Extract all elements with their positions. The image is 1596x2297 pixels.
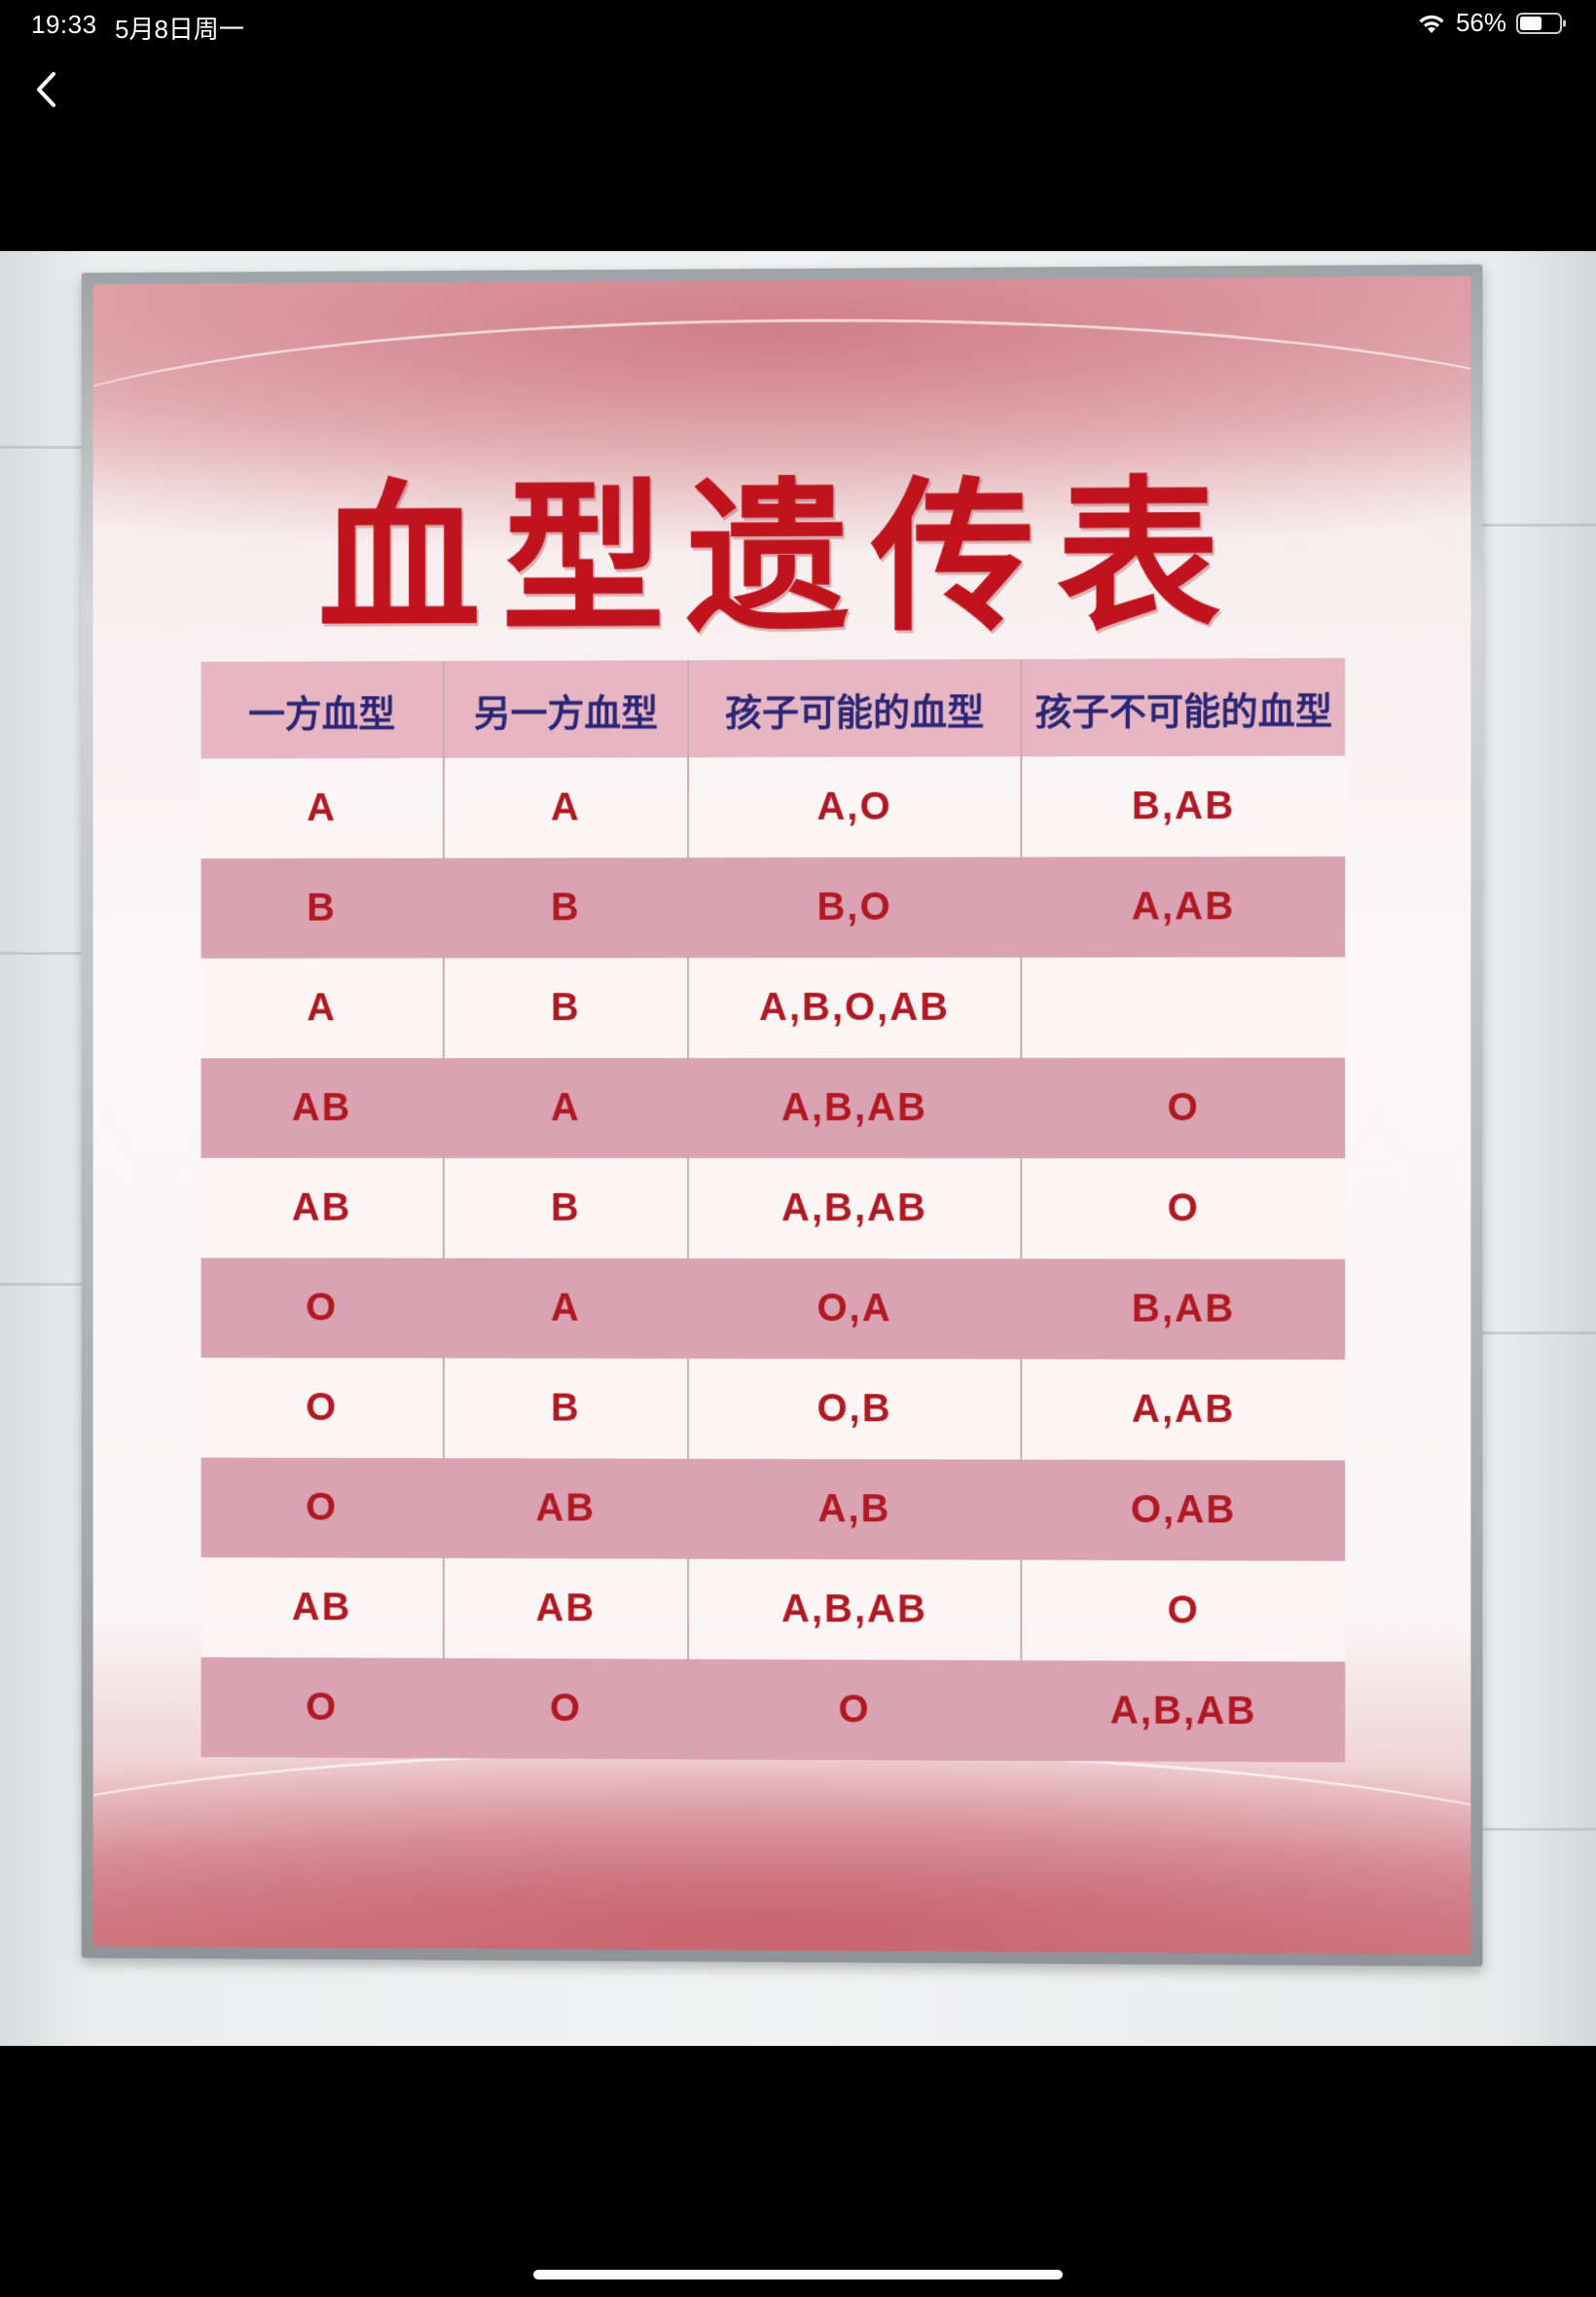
table-cell: AB	[200, 1557, 444, 1659]
chevron-left-icon[interactable]	[27, 66, 66, 113]
table-cell: A	[443, 1058, 689, 1158]
table-row: AB B A,B,AB O	[200, 1157, 1346, 1259]
column-header: 另一方血型	[443, 660, 689, 758]
table-cell: O	[688, 1659, 1022, 1762]
table-cell: A,AB	[1021, 1359, 1346, 1461]
table-row: A A A,O B,AB	[200, 755, 1346, 859]
table-cell: A	[200, 958, 444, 1059]
table-row: AB A A,B,AB O	[200, 1057, 1346, 1159]
poster: 血型遗传表 一方血型 另一方血型 孩子可能的血型 孩子不可能的血型 A A A,…	[92, 275, 1471, 1955]
table-cell: O	[200, 1457, 444, 1558]
poster-frame: 血型遗传表 一方血型 另一方血型 孩子可能的血型 孩子不可能的血型 A A A,…	[81, 264, 1483, 1967]
wifi-icon	[1419, 15, 1444, 33]
status-date: 5月8日周一	[115, 15, 244, 44]
battery-icon	[1516, 12, 1566, 34]
table-row: O B O,B A,AB	[200, 1357, 1346, 1461]
table-cell: B	[200, 857, 444, 959]
table-cell: A	[443, 1258, 689, 1359]
status-time: 19:33	[31, 10, 97, 39]
column-header: 孩子不可能的血型	[1021, 658, 1346, 757]
table-cell: B,O	[688, 857, 1022, 959]
table-cell: A,B,AB	[1021, 1659, 1346, 1763]
table-cell: AB	[443, 1557, 689, 1659]
table-header-row: 一方血型 另一方血型 孩子可能的血型 孩子不可能的血型	[200, 658, 1346, 759]
table-cell: A,B,AB	[688, 1558, 1022, 1660]
table-cell: AB	[200, 1157, 444, 1258]
table-cell: O,B	[688, 1358, 1022, 1460]
table-cell: O	[1021, 1559, 1346, 1662]
table-row: O AB A,B O,AB	[200, 1457, 1346, 1561]
table-cell: B	[443, 1157, 689, 1258]
home-indicator[interactable]	[533, 2270, 1063, 2279]
wall-tile-line	[1479, 1331, 1596, 1334]
table-cell: B	[443, 857, 689, 959]
table-cell: A,B,O,AB	[688, 957, 1022, 1059]
table-cell: A,B,AB	[688, 1057, 1022, 1159]
table-cell: A,B,AB	[688, 1157, 1022, 1259]
column-header: 孩子可能的血型	[688, 659, 1022, 758]
table-cell	[1021, 957, 1346, 1058]
battery-percent: 56%	[1455, 8, 1506, 37]
screen: 19:33 5月8日周一 56% 血型遗传表 一方血型 另一方血型 孩子可能的血…	[0, 0, 1596, 2297]
table-cell: A,O	[688, 756, 1022, 858]
table-cell: B,AB	[1021, 1258, 1346, 1361]
table-cell: O	[443, 1658, 689, 1760]
table-row: O A O,A B,AB	[200, 1258, 1346, 1361]
table-row: AB AB A,B,AB O	[200, 1557, 1346, 1662]
blood-type-table: 一方血型 另一方血型 孩子可能的血型 孩子不可能的血型 A A A,O B,AB	[200, 658, 1346, 1763]
poster-title: 血型遗传表	[317, 460, 1243, 656]
table-row: A B A,B,O,AB	[200, 957, 1346, 1059]
table-cell: O	[200, 1258, 444, 1359]
photo-image: 血型遗传表 一方血型 另一方血型 孩子可能的血型 孩子不可能的血型 A A A,…	[0, 251, 1596, 2046]
table-cell: A	[443, 757, 689, 858]
table-cell: AB	[200, 1058, 444, 1158]
table-cell: B	[443, 958, 689, 1059]
table-cell: AB	[443, 1458, 689, 1559]
wall-tile-line	[1479, 1828, 1596, 1831]
decorative-swoosh	[92, 1745, 1471, 1955]
table-cell: O	[1021, 1158, 1346, 1259]
column-header: 一方血型	[200, 661, 444, 759]
wall-tile-line	[1479, 524, 1596, 527]
table-cell: B,AB	[1021, 755, 1346, 857]
status-indicators: 56%	[1417, 8, 1567, 38]
table-row: B B B,O A,AB	[200, 856, 1346, 959]
table-cell: A,AB	[1021, 856, 1346, 958]
table-cell: O	[200, 1357, 444, 1459]
table-cell: B	[443, 1358, 689, 1459]
table-cell: O,A	[688, 1258, 1022, 1360]
table-cell: O	[1021, 1057, 1346, 1159]
table-cell: A,B	[688, 1458, 1022, 1560]
table-cell: O	[200, 1657, 444, 1759]
status-bar: 19:33 5月8日周一 56%	[0, 0, 1596, 47]
table-row: O O O A,B,AB	[200, 1657, 1346, 1763]
table-cell: A	[200, 757, 444, 859]
table-cell: O,AB	[1021, 1459, 1346, 1561]
